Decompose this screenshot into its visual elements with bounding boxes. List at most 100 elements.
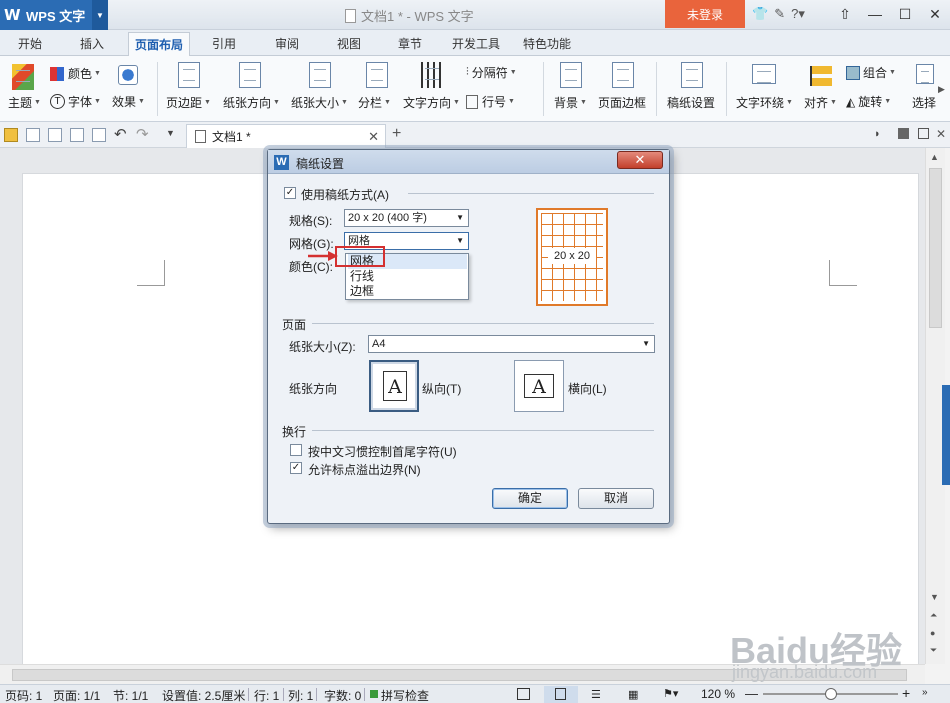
close-doc-icon[interactable]: ✕ bbox=[936, 127, 946, 141]
zoom-out-icon[interactable]: — bbox=[745, 686, 758, 701]
margin-icon[interactable] bbox=[178, 62, 200, 88]
spec-select[interactable]: 20 x 20 (400 字) ▼ bbox=[344, 209, 469, 227]
outline-view-icon[interactable]: ☰ bbox=[591, 688, 601, 701]
scroll-up-icon[interactable]: ▲ bbox=[930, 152, 939, 162]
ok-button[interactable]: 确定 bbox=[492, 488, 568, 509]
text-wrap-button[interactable]: 文字环绕 ▼ bbox=[736, 94, 793, 111]
tab-insert[interactable]: 插入 bbox=[80, 35, 104, 52]
prev-page-icon[interactable]: ⏶ bbox=[930, 610, 937, 621]
select-button[interactable]: 选择 bbox=[912, 94, 936, 111]
use-grid-checkbox[interactable]: ✓ bbox=[284, 187, 296, 199]
undo-icon[interactable]: ↶ bbox=[114, 125, 127, 143]
side-panel-tab[interactable] bbox=[942, 385, 950, 485]
dialog-title-bar[interactable]: W 稿纸设置 ✕ bbox=[268, 150, 669, 174]
reading-mode-icon[interactable]: ⚑▾ bbox=[663, 687, 678, 700]
tab-chapter[interactable]: 章节 bbox=[398, 35, 422, 52]
document-tab[interactable]: 文档1 * ✕ bbox=[186, 124, 386, 148]
web-view-icon[interactable]: ▦ bbox=[628, 688, 638, 701]
break-button[interactable]: ⫶ 分隔符 ▼ bbox=[466, 64, 517, 81]
status-pages[interactable]: 页面: 1/1 bbox=[53, 687, 100, 703]
status-spell-check[interactable]: 拼写检查 bbox=[381, 687, 429, 703]
vertical-scroll-thumb[interactable] bbox=[929, 168, 942, 328]
grid-option-lines[interactable]: 行线 bbox=[348, 269, 467, 284]
select-icon[interactable] bbox=[916, 64, 934, 84]
next-page-icon[interactable]: ⏷ bbox=[930, 645, 937, 656]
landscape-option[interactable]: A bbox=[514, 360, 564, 412]
open-icon[interactable] bbox=[4, 128, 18, 142]
grid-option-border[interactable]: 边框 bbox=[348, 284, 467, 299]
orientation-button[interactable]: 纸张方向 ▼ bbox=[223, 94, 280, 111]
skin-icon[interactable]: 👕 bbox=[752, 6, 768, 22]
tab-view[interactable]: 视图 bbox=[337, 35, 361, 52]
font-button[interactable]: T 字体 ▼ bbox=[50, 93, 101, 110]
close-tab-icon[interactable]: ✕ bbox=[368, 129, 379, 145]
toolbar-option-icon[interactable]: ◗ bbox=[874, 128, 881, 140]
print-icon[interactable] bbox=[70, 128, 84, 142]
output-pdf-icon[interactable] bbox=[48, 128, 62, 142]
effect-button[interactable]: 效果 ▼ bbox=[112, 93, 145, 110]
punctuation-overflow-checkbox[interactable]: ✓ bbox=[290, 462, 302, 474]
margin-button[interactable]: 页边距 ▼ bbox=[166, 94, 211, 111]
color-button[interactable]: 颜色 ▼ bbox=[50, 65, 101, 82]
status-setting[interactable]: 设置值: 2.5厘米 bbox=[162, 687, 245, 703]
tab-page-layout[interactable]: 页面布局 bbox=[128, 32, 191, 57]
status-word-count[interactable]: 字数: 0 bbox=[324, 687, 361, 703]
status-section[interactable]: 节: 1/1 bbox=[113, 687, 148, 703]
paper-size-button[interactable]: 纸张大小 ▼ bbox=[291, 94, 348, 111]
restore-icon[interactable] bbox=[898, 128, 909, 139]
dialog-close-icon[interactable]: ✕ bbox=[617, 151, 663, 169]
status-page-number[interactable]: 页码: 1 bbox=[5, 687, 42, 703]
cancel-button[interactable]: 取消 bbox=[578, 488, 654, 509]
effect-icon[interactable] bbox=[118, 65, 138, 85]
text-direction-icon[interactable] bbox=[421, 62, 443, 88]
login-button[interactable]: 未登录 bbox=[665, 0, 745, 28]
app-menu-button[interactable]: W WPS 文字 ▼ bbox=[0, 0, 108, 30]
align-button[interactable]: 对齐 ▼ bbox=[804, 94, 837, 111]
help-icon[interactable]: ?▾ bbox=[791, 6, 805, 22]
columns-button[interactable]: 分栏 ▼ bbox=[358, 94, 391, 111]
tab-review[interactable]: 审阅 bbox=[275, 35, 299, 52]
paper-size-icon[interactable] bbox=[309, 62, 331, 88]
text-direction-button[interactable]: 文字方向 ▼ bbox=[403, 94, 460, 111]
theme-button[interactable]: 主题 ▼ bbox=[8, 94, 41, 111]
portrait-option[interactable]: A bbox=[369, 360, 419, 412]
page-border-button[interactable]: 页面边框 bbox=[598, 94, 646, 111]
zoom-slider-handle[interactable] bbox=[825, 688, 837, 700]
new-tab-icon[interactable]: + bbox=[392, 125, 401, 143]
tab-features[interactable]: 特色功能 bbox=[523, 35, 571, 52]
grid-setup-icon[interactable] bbox=[681, 62, 703, 88]
select-browse-icon[interactable]: ● bbox=[930, 628, 935, 638]
maximize-doc-icon[interactable] bbox=[918, 128, 929, 139]
print-preview-icon[interactable] bbox=[92, 128, 106, 142]
feedback-icon[interactable]: ✎ bbox=[774, 6, 785, 22]
ribbon-scroll-right-icon[interactable]: ▶ bbox=[938, 84, 945, 95]
close-icon[interactable]: ✕ bbox=[920, 0, 950, 28]
scroll-down-icon[interactable]: ▼ bbox=[930, 592, 939, 602]
grid-setup-button[interactable]: 稿纸设置 bbox=[667, 94, 715, 111]
paper-size-select[interactable]: A4 ▼ bbox=[368, 335, 655, 353]
save-icon[interactable] bbox=[26, 128, 40, 142]
redo-icon[interactable]: ↷ bbox=[136, 125, 149, 143]
group-button[interactable]: 组合 ▼ bbox=[846, 64, 896, 81]
zoom-level[interactable]: 120 % bbox=[701, 687, 735, 701]
text-wrap-icon[interactable] bbox=[752, 64, 776, 84]
background-button[interactable]: 背景 ▼ bbox=[554, 94, 587, 111]
tab-references[interactable]: 引用 bbox=[212, 35, 236, 52]
columns-icon[interactable] bbox=[366, 62, 388, 88]
orientation-icon[interactable] bbox=[239, 62, 261, 88]
app-menu-dropdown-icon[interactable]: ▼ bbox=[92, 0, 108, 30]
rotate-button[interactable]: ◭ 旋转 ▼ bbox=[846, 93, 891, 110]
tab-home[interactable]: 开始 bbox=[18, 35, 42, 52]
zoom-in-icon[interactable]: + bbox=[902, 685, 910, 701]
align-icon[interactable] bbox=[810, 66, 832, 86]
page-border-icon[interactable] bbox=[612, 62, 634, 88]
maximize-icon[interactable]: ☐ bbox=[890, 0, 920, 28]
background-icon[interactable] bbox=[560, 62, 582, 88]
customize-dropdown-icon[interactable]: ▼ bbox=[166, 128, 175, 138]
line-number-button[interactable]: 行号 ▼ bbox=[466, 93, 515, 110]
fullscreen-icon[interactable] bbox=[517, 688, 530, 700]
status-more-icon[interactable]: » bbox=[922, 687, 928, 698]
ribbon-collapse-icon[interactable]: ⇧ bbox=[830, 0, 860, 28]
cjk-rules-checkbox[interactable] bbox=[290, 444, 302, 456]
minimize-icon[interactable]: — bbox=[860, 0, 890, 28]
